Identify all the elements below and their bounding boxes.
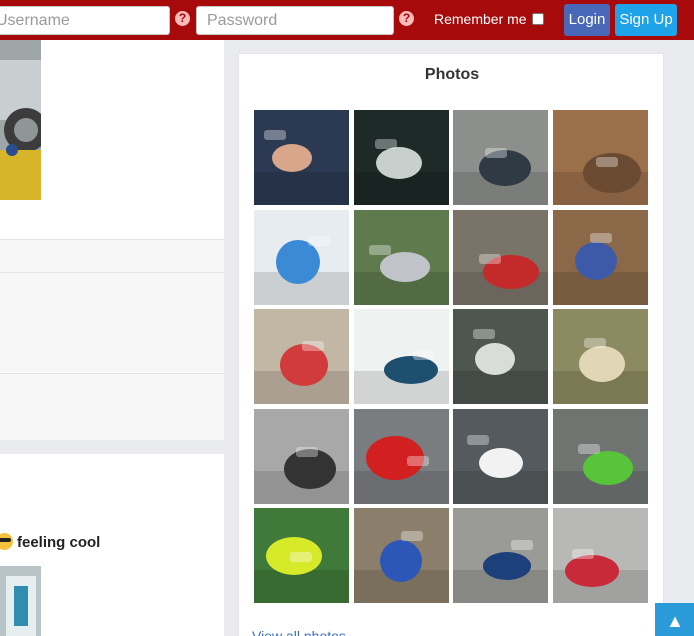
photo-thumbnail-rally-driver-with-car[interactable]	[453, 110, 548, 205]
username-field[interactable]: Username	[0, 6, 170, 35]
photo-thumbnail-ford-gt-race[interactable]	[353, 508, 449, 603]
photo-thumbnail-yellow-lamborghini[interactable]	[254, 508, 349, 603]
photo-thumbnail-green-race-car[interactable]	[552, 408, 648, 504]
right-gutter	[664, 40, 694, 636]
cool-emoji-icon	[0, 533, 13, 550]
top-bar: Username ? Password ? Remember me Login …	[0, 0, 694, 40]
photo-thumbnail-rally-car-canyon[interactable]	[552, 209, 648, 305]
password-field[interactable]: Password	[196, 6, 394, 35]
photo-thumbnail-red-prototype-cars[interactable]	[552, 508, 648, 603]
scroll-to-top-button[interactable]: ▲	[655, 603, 694, 636]
post-comments-area	[0, 272, 224, 372]
username-placeholder: Username	[0, 12, 70, 29]
password-help-icon[interactable]: ?	[399, 11, 414, 26]
photo-thumbnail-speedway-riders-bw[interactable]	[453, 309, 548, 404]
photo-thumbnail-dirt-bike-desert[interactable]	[552, 110, 648, 205]
photo-thumbnail-driver-portrait-redbull-cap[interactable]	[254, 110, 349, 205]
post-actions-bar	[0, 239, 224, 272]
view-all-photos-link[interactable]: View all photos	[252, 628, 346, 636]
remember-me-checkbox[interactable]	[532, 13, 544, 25]
photo-thumbnail-f1-car-top-view[interactable]	[254, 209, 349, 305]
username-help-icon[interactable]: ?	[175, 11, 190, 26]
photo-thumbnail-speedway-poster-zohor[interactable]	[353, 309, 449, 404]
photos-title: Photos	[424, 66, 480, 83]
photo-thumbnail-prototype-race-cars[interactable]	[453, 508, 548, 603]
photo-thumbnail-white-sports-car[interactable]	[453, 408, 548, 504]
login-button[interactable]: Login	[564, 4, 610, 36]
photo-thumbnail-rally-car-dust[interactable]	[254, 309, 349, 404]
feeling-status: feeling cool	[0, 533, 100, 551]
photos-panel: Photos View all photos	[238, 53, 664, 636]
photo-thumbnail-speedway-rider-bw[interactable]	[254, 408, 349, 504]
comment-box-area	[0, 373, 224, 440]
photo-thumbnail-men-on-track-sideline[interactable]	[552, 309, 648, 404]
remember-me-label: Remember me	[434, 11, 527, 27]
photo-thumbnail-driver-in-helmet-petronas[interactable]	[353, 110, 449, 205]
password-placeholder: Password	[207, 12, 278, 29]
signup-button[interactable]: Sign Up	[615, 4, 677, 36]
feeling-text: feeling cool	[17, 534, 101, 551]
photo-thumbnail-rally-car-crash[interactable]	[453, 209, 548, 305]
photo-thumbnail-race-start-track[interactable]	[353, 209, 449, 305]
chevron-up-icon: ▲	[666, 611, 684, 631]
post-image-2[interactable]	[0, 566, 41, 636]
photo-thumbnail-motogp-rider[interactable]	[353, 408, 449, 504]
post-image[interactable]	[0, 40, 41, 200]
